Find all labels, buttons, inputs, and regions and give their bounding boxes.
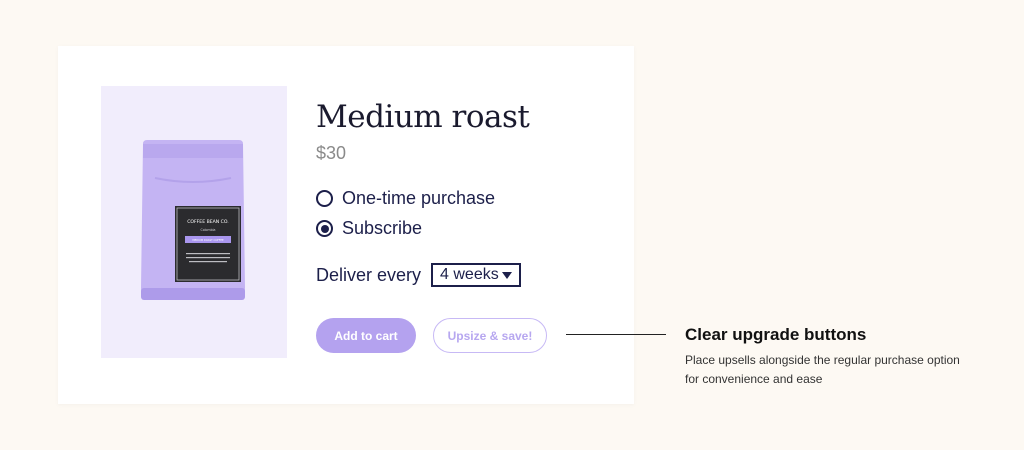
callout-title: Clear upgrade buttons	[685, 325, 867, 344]
coffee-bag-icon: COFFEE BEAN CO. Colombia MEDIUM ROAST CO…	[141, 140, 245, 300]
one-time-purchase-option[interactable]: One-time purchase	[316, 188, 495, 209]
bag-subtitle-text: Colombia	[201, 228, 216, 232]
caret-down-icon	[502, 271, 513, 279]
radio-checked-icon[interactable]	[316, 220, 333, 237]
bag-brand-text: COFFEE BEAN CO.	[187, 219, 229, 225]
subscribe-option[interactable]: Subscribe	[316, 218, 422, 239]
add-to-cart-button[interactable]: Add to cart	[316, 318, 416, 353]
upsize-save-button[interactable]: Upsize & save!	[433, 318, 547, 353]
callout-body: Place upsells alongside the regular purc…	[685, 353, 960, 386]
product-image: COFFEE BEAN CO. Colombia MEDIUM ROAST CO…	[101, 86, 287, 358]
radio-unchecked-icon[interactable]	[316, 190, 333, 207]
frequency-select[interactable]: 4 weeks	[431, 263, 522, 287]
callout-connector-line	[566, 334, 666, 335]
one-time-purchase-label: One-time purchase	[342, 188, 496, 208]
subscribe-label: Subscribe	[342, 218, 423, 238]
deliver-every-label: Deliver every	[316, 264, 422, 285]
product-price: $30	[316, 143, 347, 163]
delivery-frequency-row: Deliver every 4 weeks	[316, 263, 522, 287]
frequency-value: 4 weeks	[440, 266, 499, 283]
product-card: COFFEE BEAN CO. Colombia MEDIUM ROAST CO…	[58, 46, 634, 404]
bag-tag-text: MEDIUM ROAST COFFEE	[192, 238, 224, 242]
product-title: Medium roast	[316, 99, 530, 135]
